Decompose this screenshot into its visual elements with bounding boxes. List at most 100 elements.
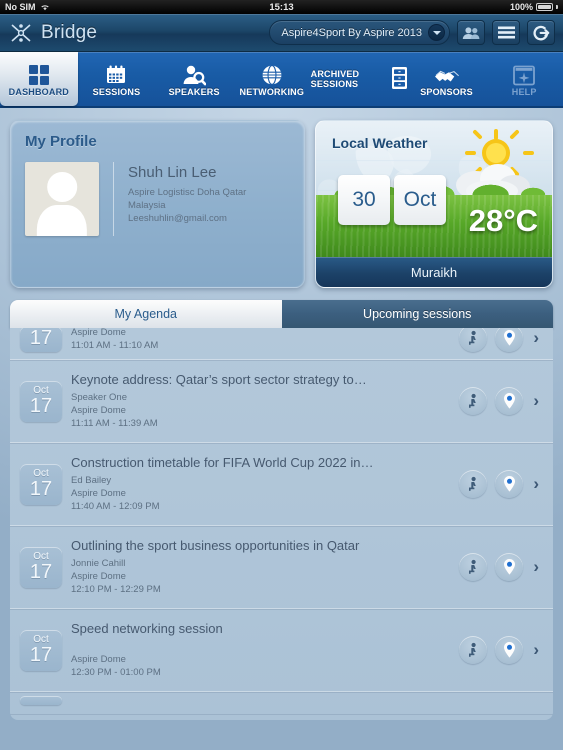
tab-my-agenda[interactable]: My Agenda <box>10 300 282 328</box>
battery-icon <box>536 3 553 11</box>
session-chevron[interactable]: › <box>533 328 539 348</box>
session-info: Outlining the sport business opportuniti… <box>71 538 450 596</box>
top-cards-row: My Profile Shuh Lin Lee Aspire Logistisc… <box>10 120 553 288</box>
session-venue: Aspire Dome <box>71 405 126 416</box>
map-pin-icon[interactable] <box>495 636 524 664</box>
logout-icon[interactable] <box>527 20 555 45</box>
session-date <box>20 696 62 705</box>
weather-temperature: 28°C <box>468 203 538 238</box>
handshake-icon <box>434 62 460 86</box>
seated-person-icon[interactable] <box>459 328 488 352</box>
main-nav-tabs: DASHBOARD SESSIONS SPEAKERS NETWORKING A… <box>0 52 563 108</box>
tab-speakers[interactable]: SPEAKERS <box>155 52 233 106</box>
tab-sessions-label: SESSIONS <box>92 86 141 97</box>
hamburger-menu-icon[interactable] <box>492 20 520 45</box>
session-day: 17 <box>29 560 53 583</box>
tab-sessions[interactable]: SESSIONS <box>78 52 156 106</box>
battery-percent-label: 100% <box>509 2 533 12</box>
airplane-window-icon <box>513 62 536 86</box>
globe-icon <box>261 62 283 86</box>
session-info: Speed networking session Aspire Dome 12:… <box>71 621 450 679</box>
status-clock: 15:13 <box>269 1 294 13</box>
tab-archived-sessions[interactable]: ARCHIVED SESSIONS <box>311 52 408 106</box>
session-month: Oct <box>33 467 49 479</box>
tab-sponsors[interactable]: SPONSORS <box>408 52 486 106</box>
chevron-down-icon[interactable] <box>428 24 445 41</box>
session-info: Keynote address: Qatar’s sport sector st… <box>71 372 450 430</box>
map-pin-icon[interactable] <box>495 470 524 498</box>
session-time: 12:30 PM - 01:00 PM <box>71 667 161 678</box>
map-pin-icon[interactable] <box>495 328 524 352</box>
profile-email: Leeshuhlin@gmail.com <box>128 213 227 224</box>
weather-day: 30 <box>338 175 390 225</box>
session-time: 11:11 AM - 11:39 AM <box>71 418 158 429</box>
session-chevron[interactable]: › <box>533 557 539 577</box>
session-actions: › <box>459 470 539 498</box>
archived-inline: ARCHIVED SESSIONS <box>311 66 408 92</box>
profile-company: Aspire Logistisc Doha Qatar <box>128 187 247 198</box>
session-day: 17 <box>29 328 53 349</box>
tab-sponsors-label: SPONSORS <box>420 86 473 97</box>
session-venue: Aspire Dome <box>71 654 126 665</box>
table-row[interactable]: Oct 17 Speed networking session Aspire D… <box>10 609 553 692</box>
local-weather-title: Local Weather <box>332 135 428 151</box>
weather-location: Muraikh <box>316 257 552 287</box>
status-right: 100% <box>510 2 558 12</box>
session-actions: › <box>459 328 539 352</box>
session-speaker: Jonnie Cahill <box>71 558 126 569</box>
event-selector[interactable]: Aspire4Sport By Aspire 2013 <box>269 20 450 45</box>
session-list[interactable]: 17 Aspire Dome 11:01 AM - 11:10 AM › Oct… <box>10 328 553 720</box>
profile-divider <box>113 162 114 236</box>
tab-help[interactable]: HELP <box>485 52 563 106</box>
tab-networking[interactable]: NETWORKING <box>233 52 311 106</box>
table-row[interactable]: Oct 17 Keynote address: Qatar’s sport se… <box>10 360 553 443</box>
seated-person-icon[interactable] <box>459 553 488 581</box>
contacts-icon[interactable] <box>457 20 485 45</box>
map-pin-icon[interactable] <box>495 553 524 581</box>
app-title: Bridge <box>41 21 98 43</box>
event-name-label: Aspire4Sport By Aspire 2013 <box>281 26 422 39</box>
my-profile-card[interactable]: My Profile Shuh Lin Lee Aspire Logistisc… <box>10 120 305 288</box>
profile-body: Shuh Lin Lee Aspire Logistisc Doha Qatar… <box>25 162 290 236</box>
profile-name: Shuh Lin Lee <box>128 164 217 181</box>
tab-dashboard-label: DASHBOARD <box>8 86 69 97</box>
battery-tip <box>556 5 558 9</box>
grid-squares-icon <box>28 62 50 86</box>
session-venue: Aspire Dome <box>71 488 126 499</box>
session-day: 17 <box>29 643 53 666</box>
session-month: Oct <box>33 384 49 396</box>
profile-country: Malaysia <box>128 200 166 211</box>
seated-person-icon[interactable] <box>459 636 488 664</box>
session-chevron[interactable]: › <box>533 391 539 411</box>
table-row[interactable]: 17 Aspire Dome 11:01 AM - 11:10 AM › <box>10 328 553 360</box>
agenda-tab-bar: My Agenda Upcoming sessions <box>10 300 553 328</box>
tab-dashboard[interactable]: DASHBOARD <box>0 52 78 106</box>
session-day: 17 <box>29 477 53 500</box>
tab-archived-sessions-label: ARCHIVED SESSIONS <box>310 69 360 89</box>
tab-help-label: HELP <box>511 86 537 97</box>
ios-status-bar: No SIM 15:13 100% <box>0 0 563 14</box>
seated-person-icon[interactable] <box>459 470 488 498</box>
tab-networking-label: NETWORKING <box>239 86 305 97</box>
tab-upcoming-sessions[interactable]: Upcoming sessions <box>281 300 553 328</box>
session-time: 11:01 AM - 11:10 AM <box>71 340 159 351</box>
app-bar-actions: Aspire4Sport By Aspire 2013 <box>269 20 555 45</box>
weather-month: Oct <box>394 175 446 225</box>
session-title: Keynote address: Qatar’s sport sector st… <box>71 372 367 387</box>
session-date: 17 <box>20 328 62 352</box>
session-date: Oct 17 <box>20 546 62 588</box>
session-actions: › <box>459 387 539 415</box>
session-speaker: Ed Bailey <box>71 475 112 486</box>
tab-speakers-label: SPEAKERS <box>168 86 220 97</box>
table-row[interactable]: Oct 17 Construction timetable for FIFA W… <box>10 443 553 526</box>
table-row[interactable] <box>10 692 553 714</box>
session-chevron[interactable]: › <box>533 474 539 494</box>
map-pin-icon[interactable] <box>495 387 524 415</box>
profile-info: Shuh Lin Lee Aspire Logistisc Doha Qatar… <box>128 162 246 236</box>
my-profile-title: My Profile <box>25 133 97 150</box>
local-weather-card[interactable]: Local Weather 30 Oct 28°C Muraikh <box>315 120 553 288</box>
session-venue: Aspire Dome <box>71 328 126 338</box>
seated-person-icon[interactable] <box>459 387 488 415</box>
session-chevron[interactable]: › <box>533 640 539 660</box>
table-row[interactable]: Oct 17 Outlining the sport business oppo… <box>10 526 553 609</box>
